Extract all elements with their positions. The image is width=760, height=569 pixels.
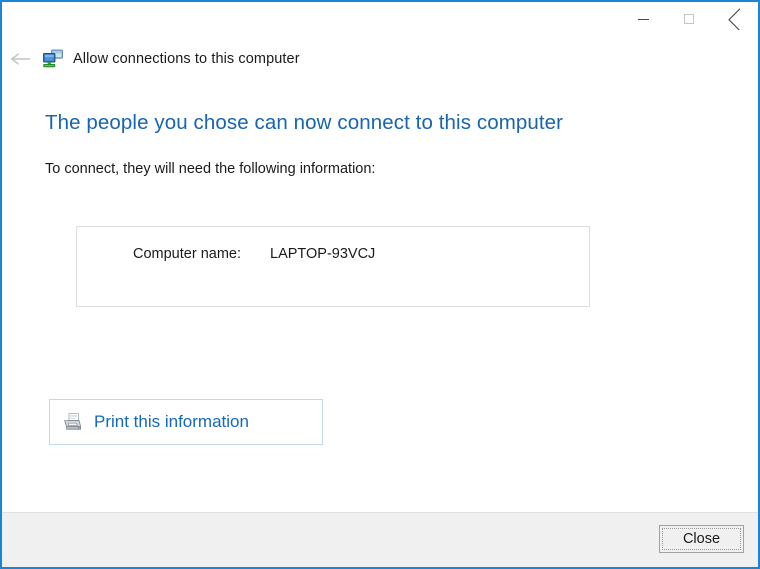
remote-connection-icon xyxy=(43,49,63,68)
close-window-button[interactable] xyxy=(712,2,758,36)
navigation-row: Allow connections to this computer xyxy=(2,43,300,75)
close-button-label: Close xyxy=(682,531,721,547)
instruction-text: To connect, they will need the following… xyxy=(45,161,376,177)
maximize-icon xyxy=(684,14,694,24)
print-button-label: Print this information xyxy=(94,412,249,431)
window-controls xyxy=(620,2,758,36)
computer-name-label: Computer name: xyxy=(133,246,241,262)
back-arrow-icon xyxy=(11,53,31,65)
footer-bar: Close xyxy=(2,512,758,567)
connection-info-box: Computer name: LAPTOP-93VCJ xyxy=(76,226,590,307)
window-title: Allow connections to this computer xyxy=(73,51,300,67)
printer-icon xyxy=(64,412,82,430)
close-icon xyxy=(729,13,742,26)
allow-connections-window: Allow connections to this computer The p… xyxy=(0,0,760,569)
close-button[interactable]: Close xyxy=(659,525,744,553)
print-this-information-button[interactable]: Print this information xyxy=(49,399,323,445)
maximize-button[interactable] xyxy=(666,2,712,36)
title-bar: Allow connections to this computer xyxy=(2,2,758,88)
computer-name-value: LAPTOP-93VCJ xyxy=(270,246,376,262)
content-area: The people you chose can now connect to … xyxy=(2,88,758,512)
minimize-icon xyxy=(637,18,649,20)
page-heading: The people you chose can now connect to … xyxy=(45,111,564,134)
back-button[interactable] xyxy=(2,43,40,75)
minimize-button[interactable] xyxy=(620,2,666,36)
